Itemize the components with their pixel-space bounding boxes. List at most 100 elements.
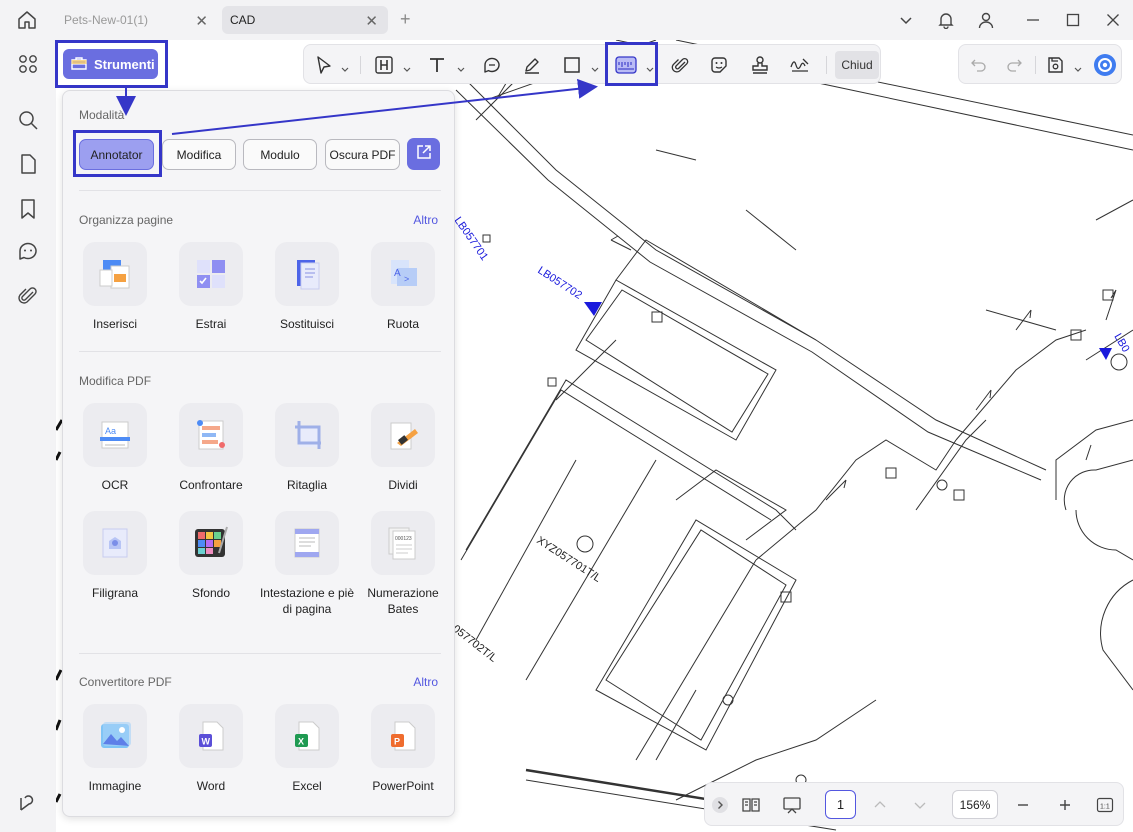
comments-icon[interactable] <box>17 240 39 262</box>
chevron-down-icon[interactable] <box>457 61 465 72</box>
zoom-out-icon[interactable] <box>1013 795 1033 815</box>
home-icon[interactable] <box>16 9 38 31</box>
chevron-down-icon[interactable] <box>403 61 411 72</box>
header-footer-icon <box>275 511 339 575</box>
cursor-icon[interactable] <box>312 53 336 77</box>
two-page-view-icon[interactable] <box>741 795 761 815</box>
annotator-highlight <box>73 130 162 177</box>
tool-label: Inserisci <box>92 317 137 331</box>
more-link[interactable]: Altro <box>413 675 438 689</box>
chevron-down-icon[interactable] <box>1074 61 1082 72</box>
signature-icon[interactable] <box>788 53 812 77</box>
zoom-in-icon[interactable] <box>1055 795 1075 815</box>
search-icon[interactable] <box>17 109 39 131</box>
chevron-down-icon[interactable] <box>341 61 349 72</box>
strumenti-highlight: Strumenti <box>55 40 168 88</box>
ai-assistant-icon[interactable] <box>1093 53 1117 77</box>
pages-icon[interactable] <box>17 153 39 175</box>
mode-modulo-button[interactable]: Modulo <box>243 139 317 170</box>
add-tab-icon[interactable]: + <box>400 9 411 30</box>
rotate-pages-icon: A > <box>371 242 435 306</box>
divider <box>79 190 441 191</box>
svg-text:A: A <box>394 268 401 279</box>
tool-label: OCR <box>101 478 129 492</box>
expand-icon[interactable] <box>710 795 730 815</box>
tool-ruota[interactable]: A > Ruota <box>355 242 451 332</box>
tool-inserisci[interactable]: Inserisci <box>67 242 163 332</box>
tool-sfondo[interactable]: Sfondo <box>163 511 259 601</box>
strumenti-button[interactable]: Strumenti <box>63 49 158 79</box>
redo-icon[interactable] <box>1002 53 1026 77</box>
tool-confrontare[interactable]: Confrontare <box>163 403 259 493</box>
convert-powerpoint[interactable]: P PowerPoint <box>355 704 451 794</box>
shape-icon[interactable] <box>560 53 584 77</box>
tool-ritaglia[interactable]: Ritaglia <box>259 403 355 493</box>
previous-page-icon[interactable] <box>870 795 890 815</box>
tool-label: Sostituisci <box>279 317 335 331</box>
tool-label: Intestazione e piè di pagina <box>259 586 355 616</box>
bookmark-icon[interactable] <box>17 198 39 220</box>
mode-modifica-button[interactable]: Modifica <box>162 139 236 170</box>
chevron-down-icon[interactable] <box>591 61 599 72</box>
cad-label: LB0 <box>1111 332 1131 355</box>
actual-size-icon[interactable]: 1:1 <box>1095 795 1115 815</box>
sticker-icon[interactable] <box>707 53 731 77</box>
zoom-level[interactable]: 156% <box>952 790 998 819</box>
comment-icon[interactable] <box>480 53 504 77</box>
tool-filigrana[interactable]: Filigrana <box>67 511 163 601</box>
sidebar-toggle-icon[interactable] <box>17 792 39 814</box>
presentation-icon[interactable] <box>782 795 802 815</box>
convert-excel[interactable]: X Excel <box>259 704 355 794</box>
divider <box>79 653 441 654</box>
tool-label: Numerazione Bates <box>367 586 439 616</box>
ruler-icon[interactable] <box>614 53 638 77</box>
svg-text:1:1: 1:1 <box>1100 804 1110 811</box>
tab-pets[interactable]: Pets-New-01(1) ✕ <box>52 6 218 34</box>
image-icon <box>83 704 147 768</box>
undo-icon[interactable] <box>967 53 991 77</box>
convert-immagine[interactable]: Immagine <box>67 704 163 794</box>
bell-icon[interactable] <box>935 9 957 31</box>
user-icon[interactable] <box>975 9 997 31</box>
text-icon[interactable] <box>425 53 449 77</box>
tool-sostituisci[interactable]: Sostituisci <box>259 242 355 332</box>
page-number-input[interactable]: 1 <box>825 790 856 819</box>
attach-icon[interactable] <box>668 53 692 77</box>
close-toolbar-button[interactable]: Chiud <box>835 51 879 79</box>
tool-label: Word <box>196 779 226 793</box>
separator <box>826 56 827 74</box>
replace-pages-icon <box>275 242 339 306</box>
tool-bates[interactable]: 000123 Numerazione Bates <box>355 511 451 617</box>
chevron-down-icon[interactable] <box>895 9 917 31</box>
mode-oscura-button[interactable]: Oscura PDF <box>325 139 400 170</box>
open-external-button[interactable] <box>407 138 440 170</box>
stamp-icon[interactable] <box>748 53 772 77</box>
tab-cad[interactable]: CAD ✕ <box>222 6 388 34</box>
tab-label: CAD <box>230 13 256 27</box>
tool-intestazione[interactable]: Intestazione e piè di pagina <box>259 511 355 617</box>
tool-ocr[interactable]: Aa OCR <box>67 403 163 493</box>
close-window-icon[interactable] <box>1102 9 1124 31</box>
save-icon[interactable] <box>1043 53 1067 77</box>
pen-icon[interactable] <box>520 53 544 77</box>
tool-dividi[interactable]: Dividi <box>355 403 451 493</box>
tool-label: Excel <box>292 779 322 793</box>
minimize-icon[interactable] <box>1022 9 1044 31</box>
highlight-icon[interactable] <box>372 53 396 77</box>
maximize-icon[interactable] <box>1062 9 1084 31</box>
annotation-toolbar: Chiud <box>303 42 881 86</box>
divider <box>79 351 441 352</box>
convert-word[interactable]: W Word <box>163 704 259 794</box>
more-link[interactable]: Altro <box>413 213 438 227</box>
tool-estrai[interactable]: Estrai <box>163 242 259 332</box>
apps-icon[interactable] <box>17 53 39 75</box>
next-page-icon[interactable] <box>910 795 930 815</box>
close-tab-icon[interactable]: ✕ <box>195 12 208 30</box>
attachment-icon[interactable] <box>17 285 39 307</box>
section-title: Organizza pagine <box>79 213 174 227</box>
chevron-down-icon[interactable] <box>646 61 654 72</box>
close-tab-icon[interactable]: ✕ <box>365 12 378 30</box>
tool-label: Immagine <box>88 779 142 793</box>
svg-text:W: W <box>202 737 211 747</box>
external-link-icon <box>415 143 433 166</box>
